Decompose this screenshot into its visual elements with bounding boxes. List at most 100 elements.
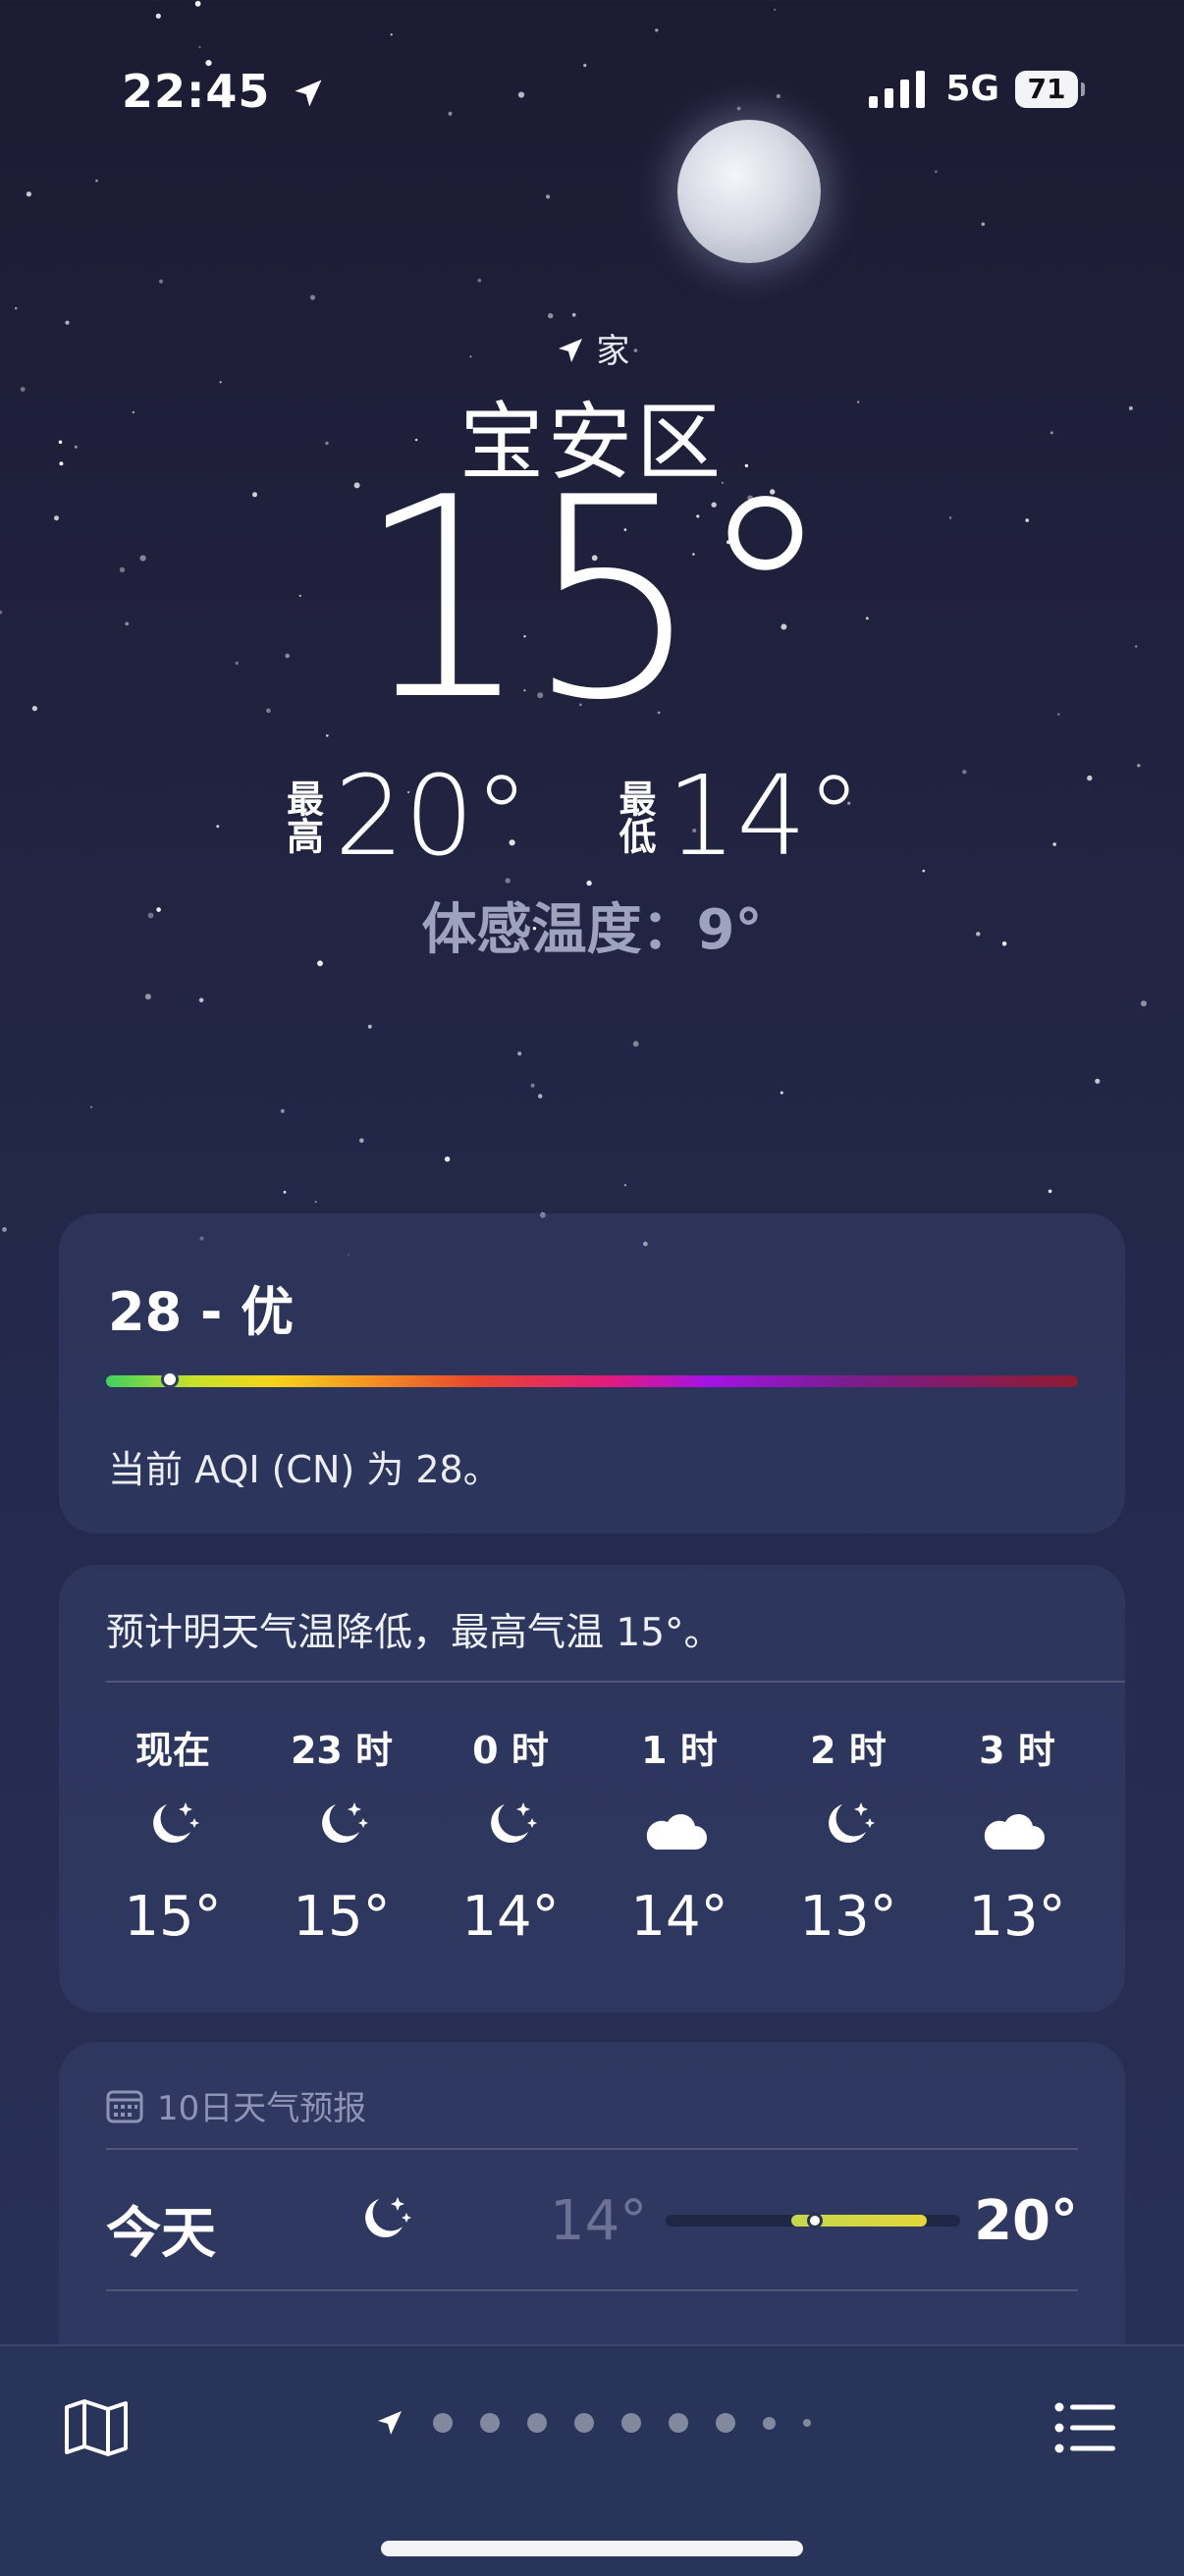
star bbox=[632, 1041, 639, 1047]
star bbox=[776, 93, 781, 99]
star bbox=[537, 1094, 543, 1099]
star bbox=[1048, 1189, 1052, 1194]
calendar-icon bbox=[106, 2090, 143, 2122]
battery-icon: 71 bbox=[1015, 70, 1085, 108]
hour-temp: 14° bbox=[461, 1885, 560, 1949]
battery-level: 71 bbox=[1027, 73, 1066, 105]
page-dot bbox=[762, 2416, 776, 2430]
star bbox=[367, 1024, 372, 1029]
star bbox=[548, 313, 554, 319]
star bbox=[477, 278, 482, 283]
page-dot bbox=[668, 2413, 688, 2433]
moon-stars-icon bbox=[479, 1795, 542, 1857]
star bbox=[571, 312, 576, 317]
star bbox=[198, 997, 204, 1003]
status-time: 22:45 bbox=[122, 65, 326, 118]
star bbox=[780, 1091, 783, 1095]
bottom-toolbar bbox=[0, 2344, 1184, 2576]
moon-stars-icon bbox=[141, 1795, 204, 1857]
star bbox=[159, 279, 163, 284]
star bbox=[517, 1051, 522, 1056]
high-temp: 20° bbox=[334, 753, 529, 881]
moon-stars-icon bbox=[817, 1795, 880, 1857]
aqi-title: 28 - 优 bbox=[108, 1281, 295, 1343]
high-low: 最高 20° 最低 14° bbox=[0, 762, 1184, 872]
aqi-indicator bbox=[161, 1370, 179, 1388]
home-indicator bbox=[381, 2541, 803, 2556]
aqi-card[interactable]: 28 - 优 当前 AQI (CN) 为 28。 bbox=[59, 1213, 1125, 1533]
star bbox=[280, 1108, 285, 1113]
location-arrow-icon bbox=[377, 2411, 402, 2435]
forecast-day: 今天 bbox=[106, 2202, 216, 2266]
star bbox=[198, 45, 201, 49]
star bbox=[194, 0, 201, 7]
network-type: 5G bbox=[945, 69, 999, 109]
page-dot bbox=[479, 2413, 500, 2433]
hour-label: 23 时 bbox=[290, 1729, 394, 1772]
moon-icon bbox=[677, 120, 821, 263]
star bbox=[517, 91, 525, 98]
divider bbox=[106, 2148, 1078, 2150]
star bbox=[1095, 1078, 1101, 1084]
star bbox=[309, 295, 316, 300]
aqi-description: 当前 AQI (CN) 为 28。 bbox=[108, 1448, 501, 1491]
hour-label: 0 时 bbox=[472, 1729, 549, 1772]
star bbox=[444, 1156, 451, 1162]
page-dot bbox=[573, 2413, 594, 2433]
low-temp: 14° bbox=[667, 753, 862, 881]
moon-stars-icon bbox=[310, 1795, 373, 1857]
cellular-signal-icon bbox=[869, 70, 926, 108]
hour-item: 2 时 13° bbox=[764, 1720, 933, 1949]
forecast-low: 14° bbox=[550, 2189, 648, 2253]
forecast-temp-range-bar bbox=[666, 2213, 960, 2228]
star bbox=[583, 64, 587, 68]
hour-label: 现在 bbox=[135, 1729, 210, 1772]
page-dot bbox=[526, 2413, 547, 2433]
location-name: 家 bbox=[596, 332, 630, 371]
page-dot bbox=[802, 2419, 811, 2427]
current-temp-marker bbox=[807, 2213, 823, 2228]
hour-item: 23 时 15° bbox=[257, 1720, 426, 1949]
hour-temp: 13° bbox=[968, 1885, 1066, 1949]
hourly-list[interactable]: 现在 15° 23 时 15° 0 时 14° 1 时 14° 2 时 13° … bbox=[88, 1720, 1102, 1949]
star bbox=[155, 13, 161, 19]
high-temp-group: 最高 20° bbox=[280, 753, 570, 881]
star bbox=[359, 1138, 364, 1144]
forecast-title: 10日天气预报 bbox=[157, 2089, 367, 2128]
hour-label: 2 时 bbox=[810, 1729, 887, 1772]
high-label: 最高 bbox=[280, 779, 324, 854]
star bbox=[530, 1083, 535, 1088]
divider bbox=[106, 2289, 1078, 2291]
status-indicators: 5G 71 bbox=[869, 69, 1085, 109]
hour-temp: 13° bbox=[799, 1885, 897, 1949]
low-temp-group: 最低 14° bbox=[613, 753, 903, 881]
hour-temp: 15° bbox=[124, 1885, 222, 1949]
list-icon[interactable] bbox=[1054, 2401, 1117, 2454]
divider bbox=[106, 1681, 1125, 1683]
page-indicator[interactable] bbox=[0, 2407, 1184, 2439]
hourly-forecast-card[interactable]: 预计明天气温降低，最高气温 15°。 现在 15° 23 时 15° 0 时 1… bbox=[59, 1565, 1125, 2012]
star bbox=[314, 1201, 317, 1204]
aqi-scale-bar bbox=[106, 1370, 1078, 1388]
forecast-header: 10日天气预报 bbox=[106, 2081, 366, 2129]
star bbox=[1141, 1000, 1147, 1007]
star bbox=[14, 306, 18, 310]
hour-label: 3 时 bbox=[979, 1729, 1055, 1772]
star bbox=[546, 194, 551, 199]
star bbox=[655, 28, 659, 32]
hour-temp: 14° bbox=[630, 1885, 728, 1949]
hour-item: 3 时 13° bbox=[933, 1720, 1102, 1949]
hour-label: 1 时 bbox=[641, 1729, 718, 1772]
hour-item: 现在 15° bbox=[88, 1720, 257, 1949]
hour-item: 1 时 14° bbox=[595, 1720, 764, 1949]
hour-temp: 15° bbox=[293, 1885, 391, 1949]
star bbox=[144, 993, 151, 1000]
location-arrow-icon bbox=[558, 339, 582, 362]
star bbox=[89, 1105, 93, 1109]
moon-stars-icon bbox=[353, 2189, 416, 2256]
page-dot bbox=[432, 2413, 453, 2433]
page-dot bbox=[620, 2413, 641, 2433]
star bbox=[390, 33, 393, 36]
forecast-high: 20° bbox=[974, 2189, 1078, 2253]
star bbox=[981, 222, 986, 227]
